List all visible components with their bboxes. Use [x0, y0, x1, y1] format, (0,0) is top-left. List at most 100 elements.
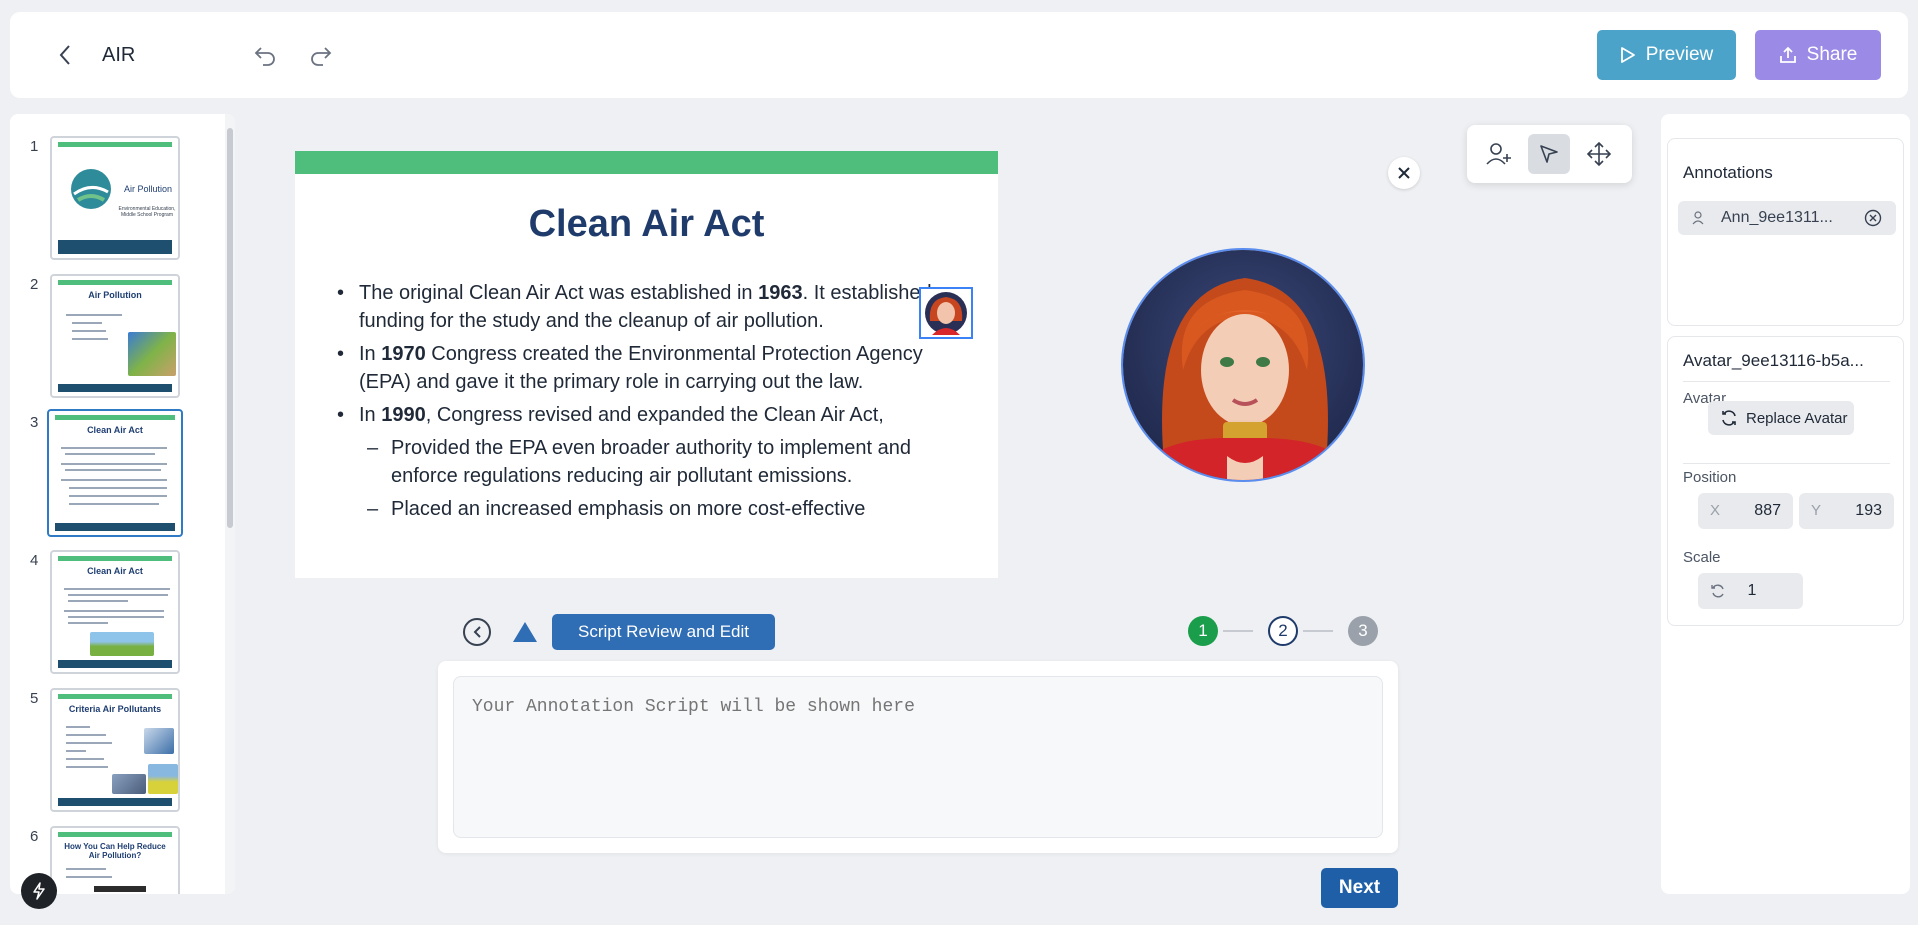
- scale-field[interactable]: 1: [1698, 573, 1803, 609]
- text-run: , Congress revised and expanded the Clea…: [425, 404, 884, 426]
- avatar-marker[interactable]: [919, 287, 973, 339]
- position-label: Position: [1683, 469, 1737, 486]
- slide-number: 6: [30, 828, 39, 845]
- avatar-properties-card: Avatar_9ee13116-b5a... Avatar Replace Av…: [1667, 336, 1904, 626]
- position-y-field[interactable]: Y 193: [1799, 493, 1894, 529]
- divider: [1683, 463, 1890, 464]
- slide-thumbnail-3[interactable]: 3 Clean Air Act: [10, 409, 220, 540]
- text-line: [72, 322, 102, 324]
- next-button[interactable]: Next: [1321, 868, 1398, 908]
- logo-icon: [71, 169, 111, 209]
- slide-number: 2: [30, 276, 39, 293]
- slide-footer: [58, 660, 172, 668]
- text-line: [66, 766, 108, 768]
- text-line: [61, 463, 167, 465]
- slide-accent-bar: [58, 694, 172, 699]
- add-avatar-tool[interactable]: [1478, 134, 1520, 174]
- quick-action-button[interactable]: [21, 873, 57, 909]
- text-line: [66, 758, 104, 760]
- landscape-image: [90, 632, 154, 656]
- slide-title: Air Pollution: [88, 290, 142, 300]
- slide-preview: Clean Air Act: [47, 409, 183, 537]
- avatar-preview[interactable]: [1121, 248, 1365, 482]
- slide-title: Criteria Air Pollutants: [68, 704, 162, 714]
- refresh-icon: [1722, 410, 1736, 426]
- slide-number: 4: [30, 552, 39, 569]
- text-line: [72, 330, 106, 332]
- previous-step-button[interactable]: [463, 618, 491, 646]
- chevron-left-icon: [59, 45, 70, 65]
- smog-image: [112, 774, 146, 794]
- slide-canvas[interactable]: Clean Air Act The original Clean Air Act…: [295, 151, 998, 578]
- slide-footer: [58, 798, 172, 806]
- preview-button[interactable]: Preview: [1597, 30, 1736, 80]
- select-tool[interactable]: [1528, 134, 1570, 174]
- slide-preview: How You Can Help Reduce Air Pollution?: [50, 826, 180, 894]
- share-button[interactable]: Share: [1755, 30, 1881, 80]
- text-run: In: [359, 343, 382, 365]
- slide-thumbnail-1[interactable]: 1 Air Pollution Environmental Education,…: [10, 136, 220, 264]
- share-icon: [1779, 46, 1796, 63]
- script-card: [438, 661, 1398, 853]
- annotation-script-textarea[interactable]: [453, 676, 1383, 838]
- scrollbar-thumb[interactable]: [227, 128, 233, 528]
- remove-annotation-icon[interactable]: [1864, 209, 1882, 227]
- step-title-button[interactable]: Script Review and Edit: [552, 614, 775, 650]
- slide-thumbnail-2[interactable]: 2 Air Pollution: [10, 274, 220, 402]
- annotations-title: Annotations: [1683, 163, 1773, 182]
- slide-preview: Criteria Air Pollutants: [50, 688, 180, 812]
- step-3-indicator[interactable]: 3: [1348, 616, 1378, 646]
- text-line: [64, 588, 170, 590]
- annotation-chip-label: Ann_9ee1311...: [1721, 209, 1833, 226]
- text-line: [66, 750, 86, 752]
- field-image: [148, 764, 178, 794]
- scale-icon: [1711, 584, 1724, 598]
- sub-bullet-item: Provided the EPA even broader authority …: [333, 434, 953, 490]
- slide-thumbnail-panel: 1 Air Pollution Environmental Education,…: [10, 114, 235, 894]
- text-line: [65, 453, 155, 455]
- slide-thumbnail-5[interactable]: 5 Criteria Air Pollutants: [10, 688, 220, 816]
- slide-list-scrollbar[interactable]: [225, 114, 235, 894]
- step-1-indicator[interactable]: 1: [1188, 616, 1218, 646]
- annotation-chip[interactable]: Ann_9ee1311...: [1678, 201, 1896, 235]
- divider: [1683, 381, 1890, 382]
- annotations-card: Annotations Ann_9ee1311...: [1667, 138, 1904, 326]
- move-tool[interactable]: [1578, 134, 1620, 174]
- avatar-object-name: Avatar_9ee13116-b5a...: [1683, 351, 1864, 370]
- slide-number: 3: [30, 414, 39, 431]
- x-axis-label: X: [1710, 502, 1721, 519]
- earth-hands-image: [128, 332, 176, 376]
- slide-accent-bar: [58, 142, 172, 147]
- text-line: [68, 616, 164, 618]
- close-button[interactable]: [1388, 157, 1420, 189]
- canvas-toolbar: [1467, 125, 1632, 183]
- slide-preview: Air Pollution: [50, 274, 180, 398]
- slide-footer: [58, 240, 172, 254]
- text-line: [66, 876, 112, 878]
- slide-preview: Clean Air Act: [50, 550, 180, 674]
- position-x-field[interactable]: X 887: [1698, 493, 1793, 529]
- slide-title: How You Can Help Reduce Air Pollution?: [64, 842, 166, 860]
- text-line: [69, 495, 167, 497]
- back-button[interactable]: [50, 40, 80, 70]
- text-run-bold: 1963: [758, 282, 803, 304]
- slide-title: Clean Air Act: [528, 203, 765, 245]
- avatar-thumbnail-icon: [925, 292, 967, 335]
- slide-thumbnail-4[interactable]: 4 Clean Air Act: [10, 550, 220, 678]
- redo-icon: [311, 47, 332, 66]
- step-connector: [1303, 630, 1333, 632]
- text-line: [66, 742, 112, 744]
- slide-title: Clean Air Act: [87, 425, 143, 435]
- top-bar: AIR Preview Share: [10, 12, 1908, 98]
- bullet-item: In 1970 Congress created the Environment…: [333, 340, 953, 396]
- replace-avatar-button[interactable]: Replace Avatar: [1708, 401, 1854, 435]
- text-run: In: [359, 404, 382, 426]
- undo-button[interactable]: [250, 40, 280, 70]
- redo-button[interactable]: [306, 40, 336, 70]
- warning-triangle-icon: [513, 622, 537, 642]
- position-y-value: 193: [1855, 502, 1882, 519]
- slide-title: Clean Air Act: [87, 566, 143, 576]
- play-icon: [1620, 47, 1635, 63]
- step-2-indicator[interactable]: 2: [1268, 616, 1298, 646]
- text-line: [66, 314, 122, 316]
